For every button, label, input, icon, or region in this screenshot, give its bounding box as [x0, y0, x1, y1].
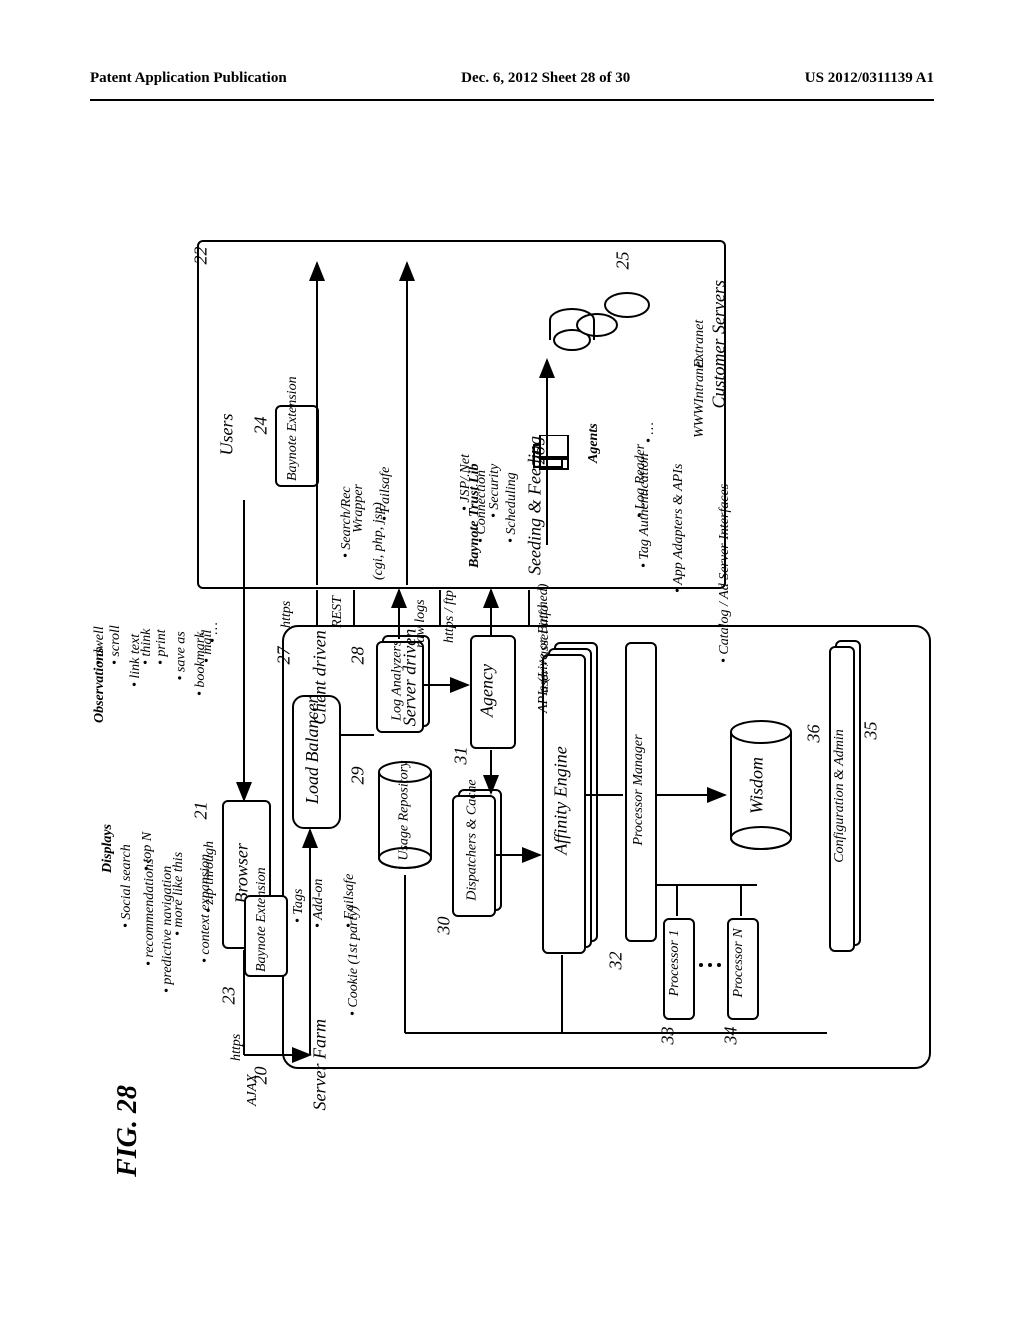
header-right: US 2012/0311139 A1 — [805, 70, 934, 87]
arrows-overlay — [92, 195, 932, 1195]
header-divider — [90, 99, 934, 101]
header-left: Patent Application Publication — [90, 70, 287, 87]
diagram-canvas: Browser Baynote Extension Baynote Extens… — [92, 195, 932, 1195]
page-header: Patent Application Publication Dec. 6, 2… — [0, 0, 1024, 97]
figure-label: FIG. 28 — [112, 1085, 144, 1177]
header-center: Dec. 6, 2012 Sheet 28 of 30 — [461, 70, 630, 87]
